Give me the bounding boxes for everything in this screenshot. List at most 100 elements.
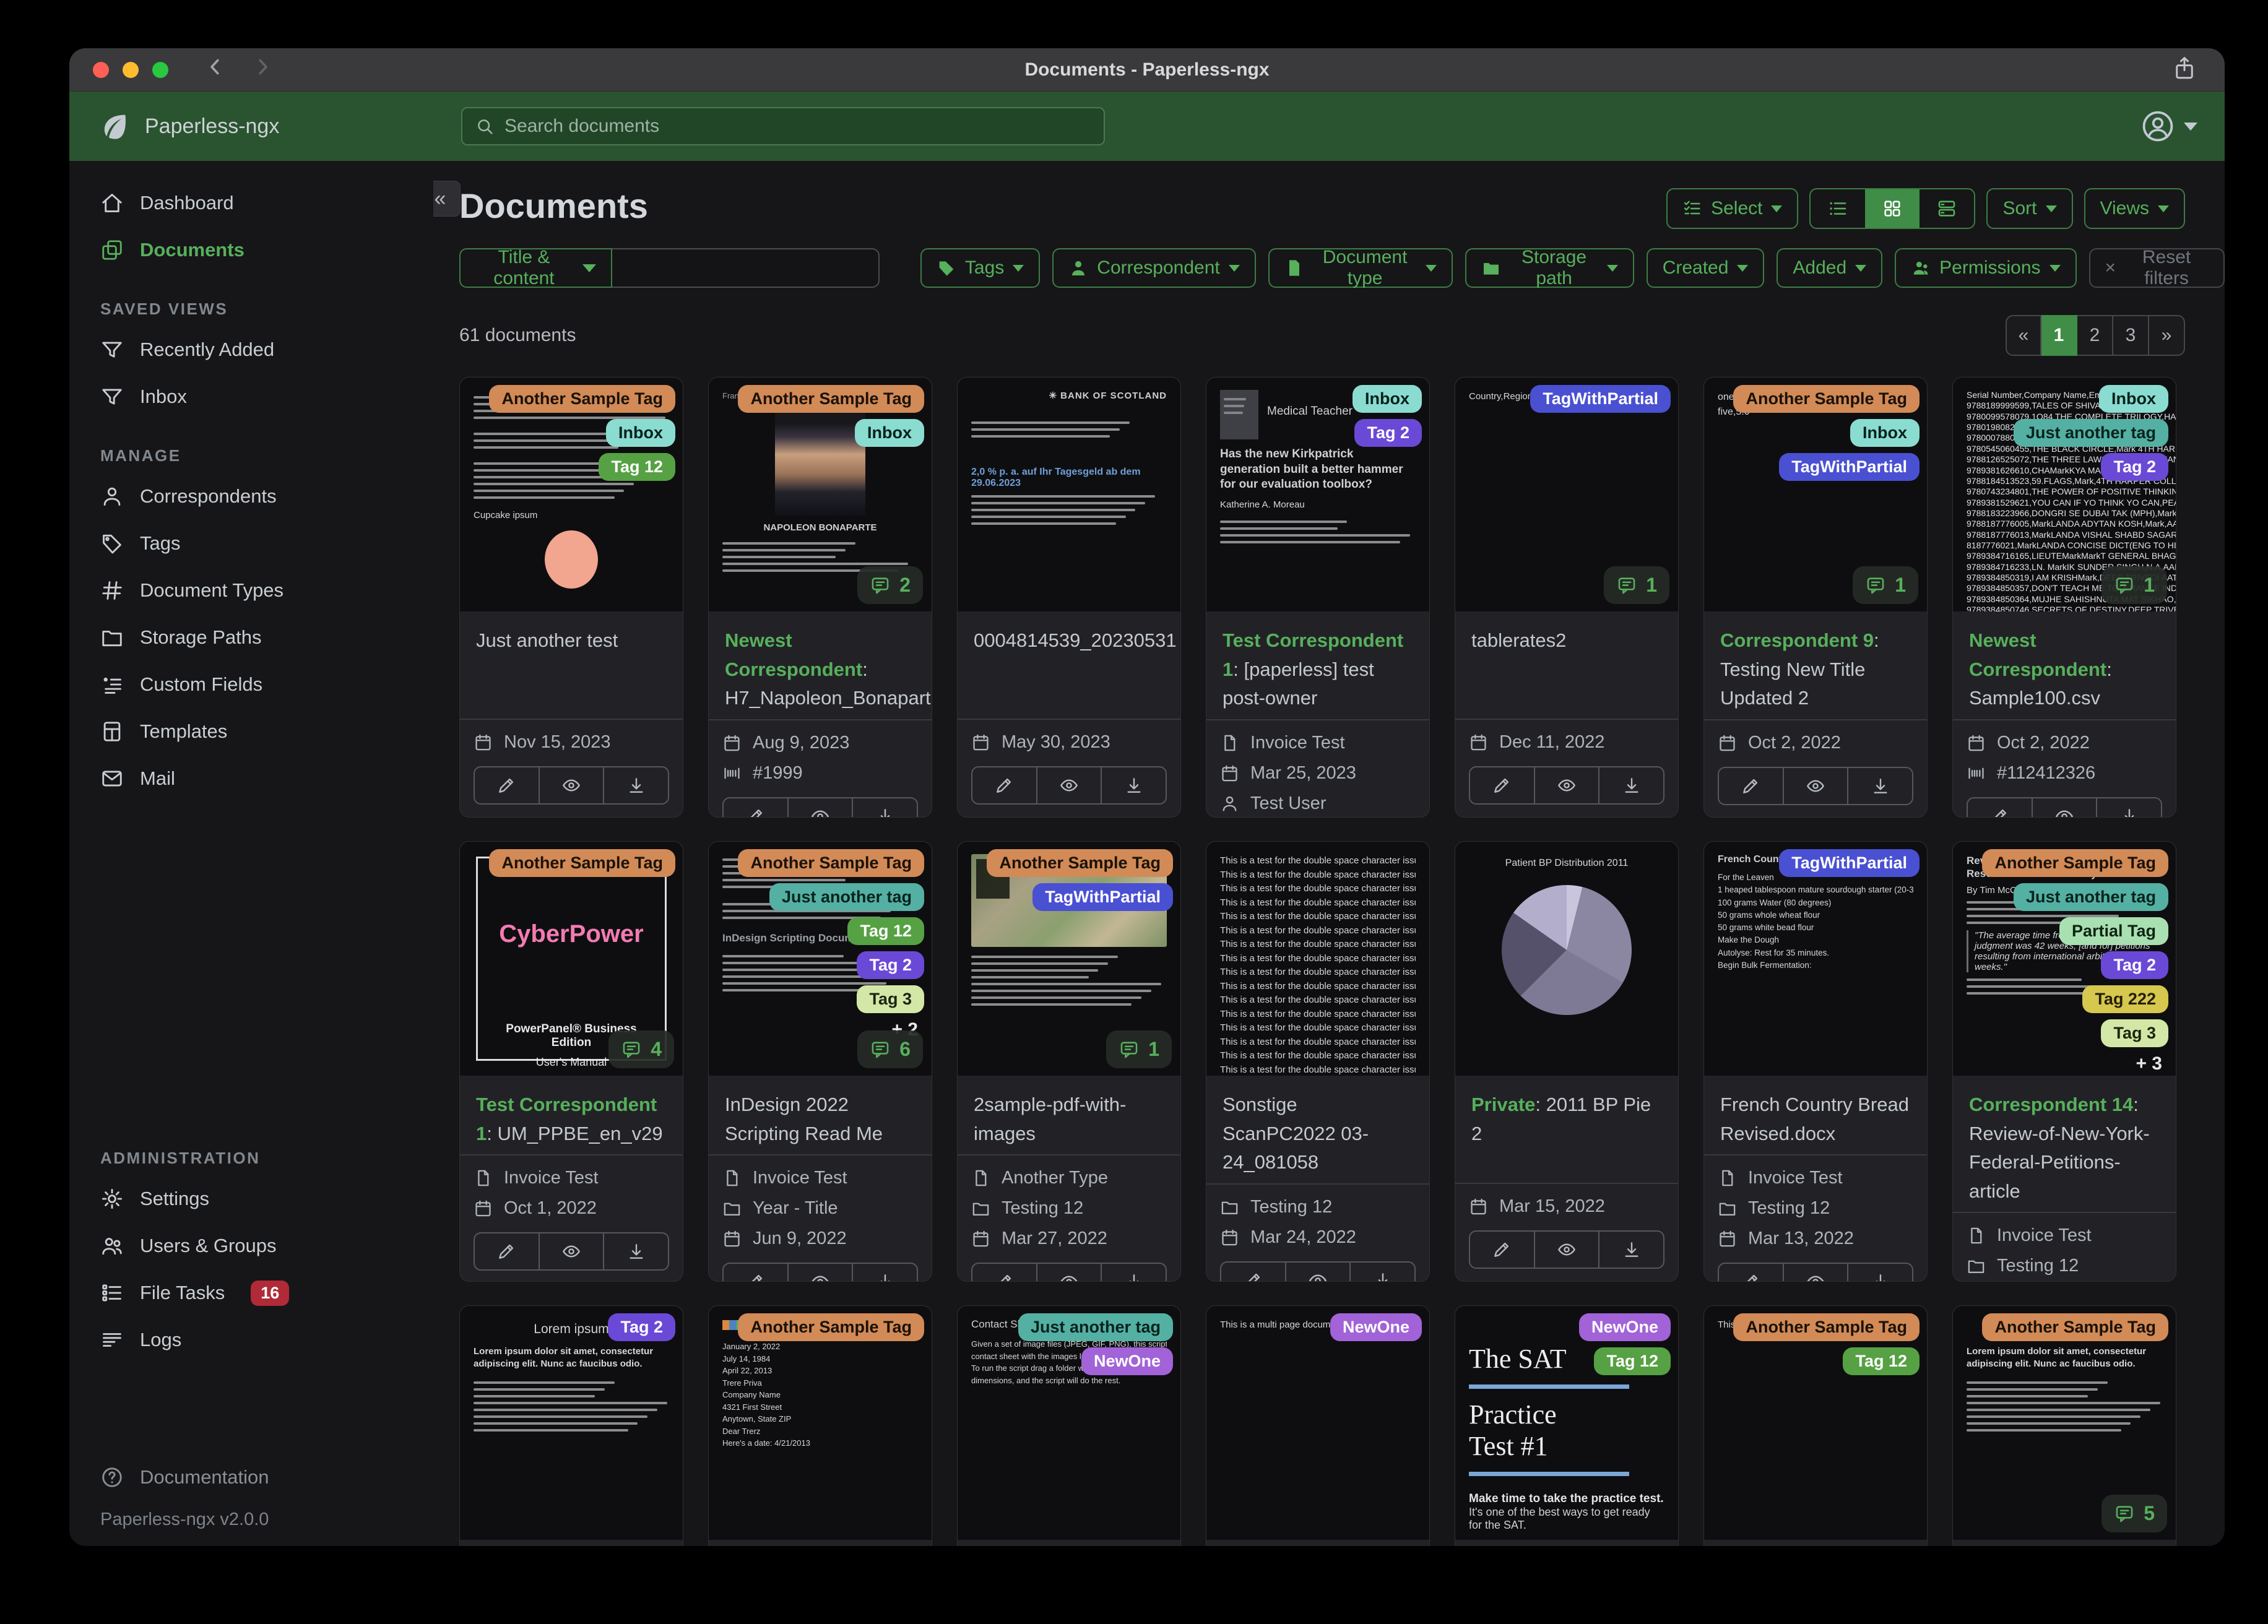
document-card[interactable]: Patient BP Distribution 2011 Private: 201… xyxy=(1455,841,1679,1282)
sidebar-item-tags[interactable]: Tags xyxy=(69,520,433,567)
download-button[interactable] xyxy=(603,767,668,803)
document-title[interactable]: InDesign 2022 Scripting Read Me xyxy=(709,1076,932,1154)
sidebar-item-dashboard[interactable]: Dashboard xyxy=(69,179,433,227)
document-card[interactable]: Francja pod rNAPOLEON BONAPARTEAnother S… xyxy=(708,377,932,818)
document-card[interactable]: one,1.0five,5.0Another Sample TagInboxTa… xyxy=(1703,377,1928,818)
tag-another-sample-tag[interactable]: Another Sample Tag xyxy=(1733,385,1920,413)
tag-another-sample-tag[interactable]: Another Sample Tag xyxy=(738,849,924,877)
preview-button[interactable] xyxy=(787,798,852,817)
tag-tag-12[interactable]: Tag 12 xyxy=(1594,1347,1671,1375)
tag-another-sample-tag[interactable]: Another Sample Tag xyxy=(489,385,675,413)
filter-correspondent-button[interactable]: Correspondent xyxy=(1052,248,1256,288)
document-thumbnail[interactable]: Francja pod rNAPOLEON BONAPARTEAnother S… xyxy=(709,378,932,611)
document-title[interactable]: French Country Bread Revised.docx xyxy=(1704,1076,1927,1154)
document-card[interactable]: Contact Sheet DemoGiven a set of image f… xyxy=(957,1305,1181,1546)
sidebar-item-documentation[interactable]: Documentation xyxy=(69,1454,433,1501)
sidebar-item-users-groups[interactable]: Users & Groups xyxy=(69,1222,433,1269)
document-thumbnail[interactable]: ✳ BANK OF SCOTLAND 2,0 % p. a. auf Ihr Ta… xyxy=(958,378,1180,611)
tag-inbox[interactable]: Inbox xyxy=(855,419,924,447)
preview-button[interactable] xyxy=(1533,767,1599,803)
document-card[interactable]: Lorem ipsumLorem ipsum dolor sit amet, c… xyxy=(1952,1305,2176,1546)
document-title[interactable]: Correspondent 14: Review-of-New-York-Fed… xyxy=(1953,1076,2176,1212)
page-button-next[interactable]: » xyxy=(2149,315,2185,356)
download-button[interactable] xyxy=(852,798,917,817)
views-button[interactable]: Views xyxy=(2084,188,2185,229)
download-button[interactable] xyxy=(1598,1232,1663,1268)
browser-back-icon[interactable] xyxy=(204,56,227,84)
page-button-2[interactable]: 2 xyxy=(2077,315,2113,356)
download-button[interactable] xyxy=(852,1264,917,1281)
document-correspondent[interactable]: Test Correspondent 1 xyxy=(476,1094,657,1144)
page-button-3[interactable]: 3 xyxy=(2113,315,2149,356)
browser-forward-icon[interactable] xyxy=(251,56,274,84)
search-input[interactable] xyxy=(504,116,1091,137)
tag-tag-2[interactable]: Tag 2 xyxy=(857,951,924,979)
tag-inbox[interactable]: Inbox xyxy=(1353,385,1422,413)
tag-just-another-tag[interactable]: Just another tag xyxy=(769,883,924,911)
document-card[interactable]: French Country Bread For the Leaven 1 heap… xyxy=(1703,841,1928,1282)
tag-another-sample-tag[interactable]: Another Sample Tag xyxy=(738,1313,924,1341)
document-title[interactable]: Newest Correspondent: H7_Napoleon_Bonapa… xyxy=(709,611,932,719)
tag-tag-222[interactable]: Tag 222 xyxy=(2082,985,2168,1013)
tag-tag-12[interactable]: Tag 12 xyxy=(1843,1347,1920,1375)
document-thumbnail[interactable]: one,1.0five,5.0Another Sample TagInboxTa… xyxy=(1704,378,1927,611)
document-title[interactable]: Test Correspondent 1: [paperless] test p… xyxy=(1206,611,1429,719)
filter-added-button[interactable]: Added xyxy=(1777,248,1883,288)
document-thumbnail[interactable]: Patient BP Distribution 2011 xyxy=(1455,842,1678,1076)
tag-tag-2[interactable]: Tag 2 xyxy=(2101,951,2168,979)
document-correspondent[interactable]: Newest Correspondent xyxy=(1969,629,2106,680)
document-card[interactable]: ✳ BANK OF SCOTLAND 2,0 % p. a. auf Ihr Ta… xyxy=(957,377,1181,818)
user-menu[interactable] xyxy=(2140,109,2197,144)
document-thumbnail[interactable]: Country,Region/State,"T TagWithPartial 1 xyxy=(1455,378,1678,611)
document-thumbnail[interactable]: Serial Number,Company Name,Employe 978818… xyxy=(1953,378,2176,611)
download-button[interactable] xyxy=(1101,767,1166,803)
document-thumbnail[interactable]: This is a testAnother Sample TagTag 12 xyxy=(1704,1306,1927,1540)
page-button-prev[interactable]: « xyxy=(2006,315,2041,356)
download-button[interactable] xyxy=(2096,798,2161,817)
preview-button[interactable] xyxy=(1036,767,1101,803)
filter-storage-path-button[interactable]: Storage path xyxy=(1465,247,1634,288)
tag-tag-12[interactable]: Tag 12 xyxy=(847,917,924,945)
document-correspondent[interactable]: Newest Correspondent xyxy=(725,629,862,680)
tag-tag-2[interactable]: Tag 2 xyxy=(1354,419,1422,447)
sidebar-item-file-tasks[interactable]: File Tasks 16 xyxy=(69,1269,433,1316)
document-card[interactable]: Test NameJanuary 2, 2022July 14, 1984Apr… xyxy=(708,1305,932,1546)
document-title[interactable]: Private: 2011 BP Pie 2 xyxy=(1455,1076,1678,1154)
document-thumbnail[interactable]: CyberPower PowerPanel® Business Edition Us… xyxy=(460,842,683,1076)
edit-button[interactable] xyxy=(1221,1263,1285,1281)
sidebar-item-storage-paths[interactable]: Storage Paths xyxy=(69,614,433,661)
document-title[interactable]: Test Correspondent 1: UM_PPBE_en_v29 xyxy=(460,1076,683,1154)
document-thumbnail[interactable]: Medical Teacher Has the new Kirkpatrick g… xyxy=(1206,378,1429,611)
filter-document-type-button[interactable]: Document type xyxy=(1268,247,1453,288)
sidebar-item-settings[interactable]: Settings xyxy=(69,1175,433,1222)
tag-tag-3[interactable]: Tag 3 xyxy=(857,985,924,1013)
tag-another-sample-tag[interactable]: Another Sample Tag xyxy=(1982,849,2168,877)
tag-just-another-tag[interactable]: Just another tag xyxy=(2013,419,2168,447)
page-button-1[interactable]: 1 xyxy=(2041,315,2077,356)
document-correspondent[interactable]: Correspondent 9 xyxy=(1720,629,1874,651)
document-title[interactable]: Correspondent 9: Testing New Title Updat… xyxy=(1704,611,1927,719)
minimize-window-button[interactable] xyxy=(123,61,139,78)
document-card[interactable]: Lorem ipsumLorem ipsum dolor sit amet, c… xyxy=(459,1305,683,1546)
filter-field-selector[interactable]: Title & content xyxy=(459,247,612,288)
search-bar[interactable] xyxy=(461,107,1105,145)
document-title[interactable]: Just another test xyxy=(460,611,683,662)
document-correspondent[interactable]: Private xyxy=(1471,1094,1535,1115)
document-card[interactable]: Review of Arbitral Awards Shows Swift Re… xyxy=(1952,841,2176,1282)
document-correspondent[interactable]: Correspondent 14 xyxy=(1969,1094,2133,1115)
document-thumbnail[interactable]: Lorem ipsumLorem ipsum dolor sit amet, c… xyxy=(460,1306,683,1540)
edit-button[interactable] xyxy=(972,1264,1036,1281)
sidebar-item-custom-fields[interactable]: Custom Fields xyxy=(69,661,433,708)
tag-partial-tag[interactable]: Partial Tag xyxy=(2059,917,2168,945)
sidebar-item-correspondents[interactable]: Correspondents xyxy=(69,473,433,520)
download-button[interactable] xyxy=(1847,1264,1912,1281)
select-button[interactable]: Select xyxy=(1666,188,1799,229)
edit-button[interactable] xyxy=(724,1264,787,1281)
document-thumbnail[interactable]: Test NameJanuary 2, 2022July 14, 1984Apr… xyxy=(709,1306,932,1540)
view-mode-grid-button[interactable] xyxy=(1865,189,1920,228)
sidebar-item-logs[interactable]: Logs xyxy=(69,1316,433,1363)
app-brand[interactable]: Paperless-ngx xyxy=(98,110,279,142)
document-title[interactable]: 2sample-pdf-with-images xyxy=(958,1076,1180,1154)
sidebar-item-recently-added[interactable]: Recently Added xyxy=(69,326,433,373)
filter-created-button[interactable]: Created xyxy=(1646,248,1765,288)
